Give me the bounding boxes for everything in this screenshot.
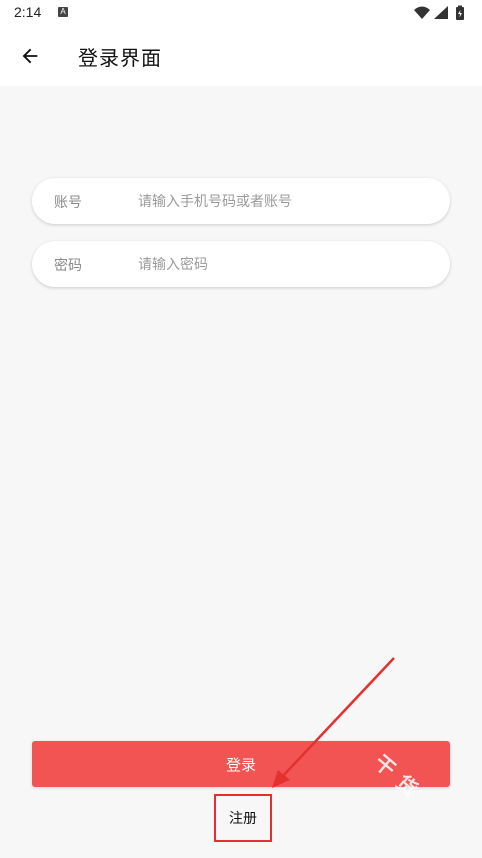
a-icon: A [58,7,68,17]
register-link[interactable]: 注册 [214,794,272,842]
back-button[interactable] [10,36,50,76]
arrow-left-icon [22,48,38,64]
wifi-icon [414,6,430,19]
status-time: 2:14 [14,4,42,20]
password-label: 密码 [54,258,82,274]
account-field[interactable]: 账号 [32,178,450,224]
app-bar: 登录界面 [0,26,482,86]
password-input[interactable] [136,247,440,283]
signal-icon [434,6,448,19]
login-button[interactable]: 登录 [32,741,450,787]
annotation-arrow [272,657,395,788]
battery-icon [456,5,464,20]
password-field[interactable]: 密码 [32,241,450,287]
page-title: 登录界面 [78,46,162,70]
account-label: 账号 [54,195,82,211]
account-input[interactable] [136,184,440,220]
status-bar: 2:14 A [0,0,482,26]
status-icons [412,4,468,22]
